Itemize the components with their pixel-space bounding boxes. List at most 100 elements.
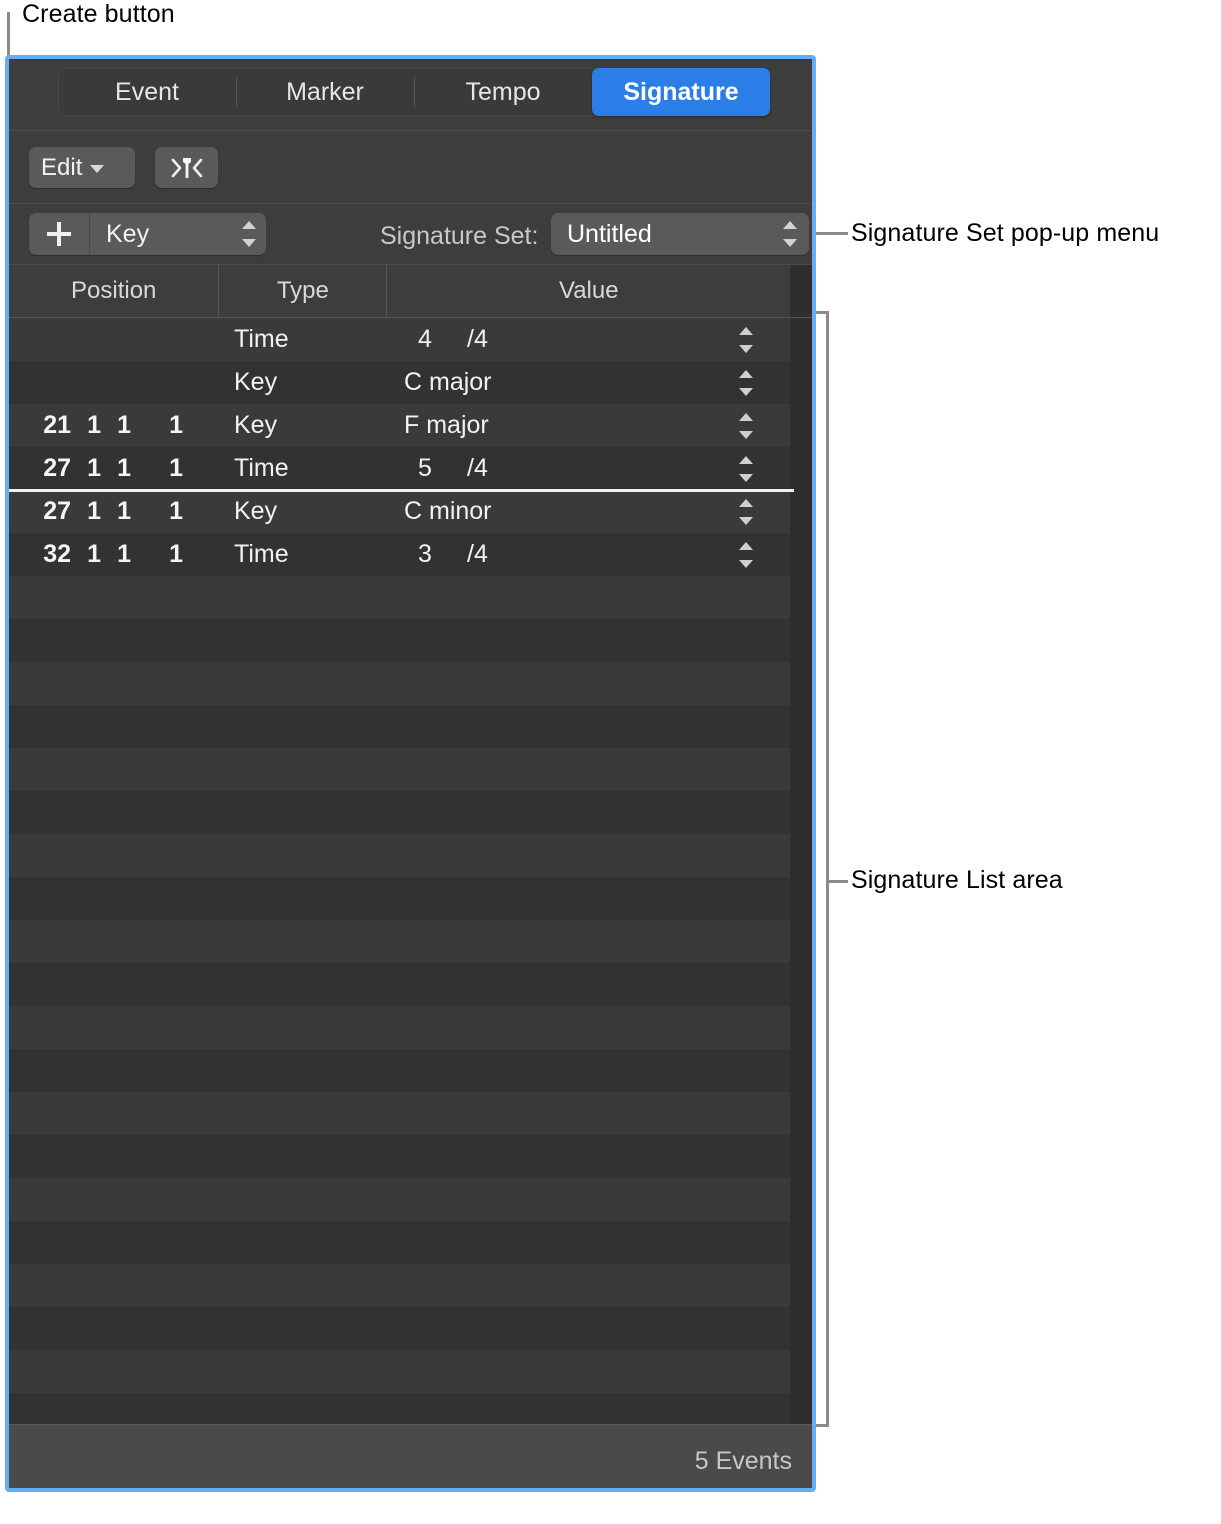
table-row-empty[interactable]: [9, 1350, 794, 1393]
position-div: 1: [117, 411, 131, 439]
cell-value: 5/4: [391, 447, 771, 490]
table-row-empty[interactable]: [9, 877, 794, 920]
row-stepper-icon[interactable]: [739, 412, 753, 439]
column-header-value-label: Value: [558, 277, 619, 304]
signature-set-label: Signature Set:: [380, 222, 539, 250]
list-type-segmented-control[interactable]: Event Marker Tempo Signature: [58, 68, 770, 116]
table-row-empty[interactable]: [9, 1264, 794, 1307]
time-signature-denominator[interactable]: /4: [467, 454, 488, 483]
tab-marker-label: Marker: [286, 77, 364, 106]
table-row-empty[interactable]: [9, 1307, 794, 1350]
time-signature-numerator[interactable]: 4: [411, 325, 439, 354]
table-row-empty[interactable]: [9, 1393, 794, 1424]
table-row-empty[interactable]: [9, 834, 794, 877]
cell-type: Key: [234, 411, 278, 439]
signature-list-area[interactable]: Time 4/4 Key C major 21 1 1 1 Key F major 27 1 1 1 Tim…: [9, 318, 812, 1424]
tab-bar: Event Marker Tempo Signature: [9, 59, 812, 131]
cell-value: [391, 1393, 771, 1424]
event-type-popup-menu[interactable]: Key: [90, 213, 266, 255]
row-stepper-icon[interactable]: [739, 498, 753, 525]
vertical-scrollbar[interactable]: [790, 318, 812, 1424]
time-signature-numerator[interactable]: 5: [411, 454, 439, 483]
table-row-empty[interactable]: [9, 920, 794, 963]
cell-value: [391, 1307, 771, 1350]
cell-type: Time: [234, 540, 289, 568]
table-row[interactable]: 21 1 1 1 Key F major: [9, 404, 794, 447]
time-signature-denominator[interactable]: /4: [467, 325, 488, 354]
callout-create-button: Create button: [22, 0, 175, 28]
time-signature-denominator[interactable]: /4: [467, 540, 488, 569]
tab-event-label: Event: [115, 77, 179, 106]
edit-menu-button[interactable]: Edit: [29, 147, 135, 188]
position-bar: 27: [43, 454, 71, 482]
cell-type: Key: [234, 368, 278, 396]
key-signature-value[interactable]: F major: [391, 411, 489, 440]
table-row-empty[interactable]: [9, 662, 794, 705]
snap-to-playhead-button[interactable]: [155, 147, 218, 188]
key-signature-value[interactable]: C minor: [391, 497, 492, 526]
cell-value: [391, 576, 771, 619]
tab-signature[interactable]: Signature: [592, 68, 770, 116]
table-row-empty[interactable]: [9, 705, 794, 748]
create-button[interactable]: [29, 213, 90, 255]
edit-button-label: Edit: [41, 153, 83, 181]
cell-value: 3/4: [391, 533, 771, 576]
key-signature-value[interactable]: C major: [391, 368, 492, 397]
signature-set-popup-value: Untitled: [567, 219, 652, 248]
cell-value: [391, 920, 771, 963]
table-row-empty[interactable]: [9, 748, 794, 791]
position-bar: 32: [43, 540, 71, 568]
table-row-empty[interactable]: [9, 791, 794, 834]
tab-marker[interactable]: Marker: [236, 68, 414, 116]
position-bar: 27: [43, 497, 71, 525]
table-row[interactable]: Time 4/4: [9, 318, 794, 361]
row-stepper-icon[interactable]: [739, 541, 753, 568]
column-header-position-label: Position: [71, 277, 157, 304]
cell-type: Time: [234, 325, 289, 353]
tab-event[interactable]: Event: [58, 68, 236, 116]
signature-set-popup-menu[interactable]: Untitled: [551, 213, 809, 255]
cell-value: [391, 1221, 771, 1264]
table-row-empty[interactable]: [9, 1221, 794, 1264]
note-between-arrows-icon: [171, 157, 202, 178]
table-row-empty[interactable]: [9, 1006, 794, 1049]
cell-value: C minor: [391, 490, 771, 533]
cell-value: [391, 748, 771, 791]
position-beat: 1: [87, 497, 101, 525]
row-stepper-icon[interactable]: [739, 369, 753, 396]
time-signature-numerator[interactable]: 3: [411, 540, 439, 569]
cell-value: [391, 1135, 771, 1178]
cell-position: 27 1 1 1: [9, 454, 221, 483]
column-header-type-label: Type: [276, 277, 329, 304]
table-row[interactable]: Key C major: [9, 361, 794, 404]
row-stepper-icon[interactable]: [739, 455, 753, 482]
status-bar: 5 Events: [9, 1424, 812, 1488]
position-div: 1: [117, 454, 131, 482]
table-row-empty[interactable]: [9, 576, 794, 619]
table-row-empty[interactable]: [9, 1178, 794, 1221]
tab-tempo[interactable]: Tempo: [414, 68, 592, 116]
position-div: 1: [117, 497, 131, 525]
table-row-empty[interactable]: [9, 619, 794, 662]
table-row[interactable]: 27 1 1 1 Key C minor: [9, 490, 794, 533]
column-header-position[interactable]: Position: [9, 265, 218, 317]
table-row[interactable]: 32 1 1 1 Time 3/4: [9, 533, 794, 576]
cell-value: [391, 1049, 771, 1092]
table-row-empty[interactable]: [9, 963, 794, 1006]
table-row-empty[interactable]: [9, 1049, 794, 1092]
callout-signature-set-menu: Signature Set pop-up menu: [851, 219, 1160, 247]
cell-value: [391, 705, 771, 748]
create-event-group[interactable]: Key: [29, 213, 266, 255]
cell-value: [391, 963, 771, 1006]
table-row-empty[interactable]: [9, 1135, 794, 1178]
tab-tempo-label: Tempo: [465, 77, 541, 106]
column-header-type[interactable]: Type: [218, 265, 386, 317]
cell-value: [391, 791, 771, 834]
column-header-value[interactable]: Value: [386, 265, 790, 317]
cell-value: [391, 1092, 771, 1135]
row-stepper-icon[interactable]: [739, 326, 753, 353]
table-row-empty[interactable]: [9, 1092, 794, 1135]
stepper-up-down-icon: [783, 221, 797, 247]
cell-value: [391, 1178, 771, 1221]
table-row[interactable]: 27 1 1 1 Time 5/4: [9, 447, 794, 490]
